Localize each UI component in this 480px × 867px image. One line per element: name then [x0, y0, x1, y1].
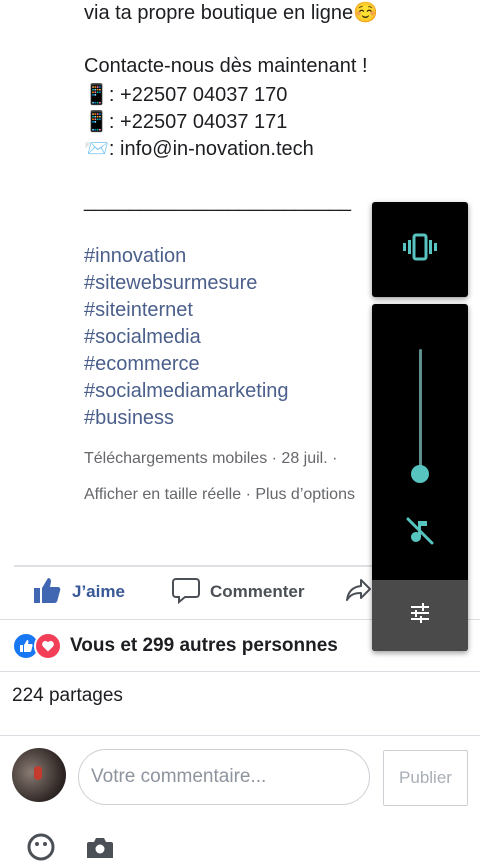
- smile-emoji: ☺️: [353, 2, 378, 24]
- like-button[interactable]: J’aime: [32, 574, 125, 610]
- music-off-icon: [405, 516, 435, 551]
- hashtag-link[interactable]: #business: [84, 407, 174, 430]
- emoji-icon[interactable]: [26, 832, 56, 867]
- ringer-mode-button[interactable]: [372, 202, 468, 297]
- shares-count[interactable]: 224 partages: [12, 685, 123, 707]
- phone-icon: 📱: [84, 111, 109, 133]
- comment-label: Commenter: [210, 582, 305, 601]
- reactions-text: Vous et 299 autres personnes: [70, 635, 338, 656]
- caption-text: via ta propre boutique en ligne: [84, 2, 354, 24]
- phone-number-2: : +22507 04037 171: [108, 111, 288, 133]
- email-address[interactable]: : info@in-novation.tech: [109, 138, 314, 160]
- phone-line-2: 📱: +22507 04037 171: [84, 109, 287, 134]
- camera-icon[interactable]: [86, 836, 114, 865]
- hashtag-link[interactable]: #siteinternet: [84, 299, 193, 322]
- settings-sliders-icon: [409, 602, 431, 629]
- heart-icon: [34, 632, 62, 660]
- comment-button[interactable]: Commenter: [172, 574, 304, 610]
- avatar[interactable]: [12, 748, 66, 802]
- reactions-summary[interactable]: Vous et 299 autres personnes: [12, 632, 338, 660]
- hashtag-link[interactable]: #innovation: [84, 245, 186, 268]
- volume-settings-button[interactable]: [372, 580, 468, 651]
- hashtag-link[interactable]: #socialmediamarketing: [84, 380, 289, 403]
- phone-icon: 📱: [84, 84, 109, 106]
- email-line: 📨: info@in-novation.tech: [84, 136, 314, 161]
- phone-number-1: : +22507 04037 170: [108, 84, 288, 106]
- thumbs-up-icon: [32, 576, 62, 609]
- volume-slider-thumb[interactable]: [411, 465, 429, 483]
- volume-slider-track[interactable]: [419, 349, 422, 474]
- hashtag-link[interactable]: #socialmedia: [84, 326, 201, 349]
- phone-line-1: 📱: +22507 04037 170: [84, 82, 287, 107]
- vibrate-icon: [402, 233, 438, 266]
- envelope-icon: 📨: [84, 138, 109, 160]
- post-options[interactable]: Afficher en taille réelle · Plus d’optio…: [84, 486, 355, 504]
- share-arrow-icon: [344, 576, 372, 609]
- divider: [0, 671, 480, 672]
- hashtag-link[interactable]: #sitewebsurmesure: [84, 272, 257, 295]
- publish-button[interactable]: Publier: [383, 750, 468, 806]
- volume-panel: [372, 304, 468, 651]
- share-button[interactable]: [344, 574, 372, 610]
- like-label: J’aime: [72, 582, 125, 601]
- separator-line: ________________________: [84, 190, 351, 212]
- comment-input[interactable]: [78, 749, 370, 805]
- hashtag-link[interactable]: #ecommerce: [84, 353, 200, 376]
- divider: [0, 735, 480, 736]
- media-mute-button[interactable]: [402, 515, 438, 551]
- post-meta[interactable]: Téléchargements mobiles · 28 juil. ·: [84, 450, 337, 468]
- comment-bubble-icon: [172, 576, 200, 609]
- contact-line: Contacte-nous dès maintenant !: [84, 55, 368, 77]
